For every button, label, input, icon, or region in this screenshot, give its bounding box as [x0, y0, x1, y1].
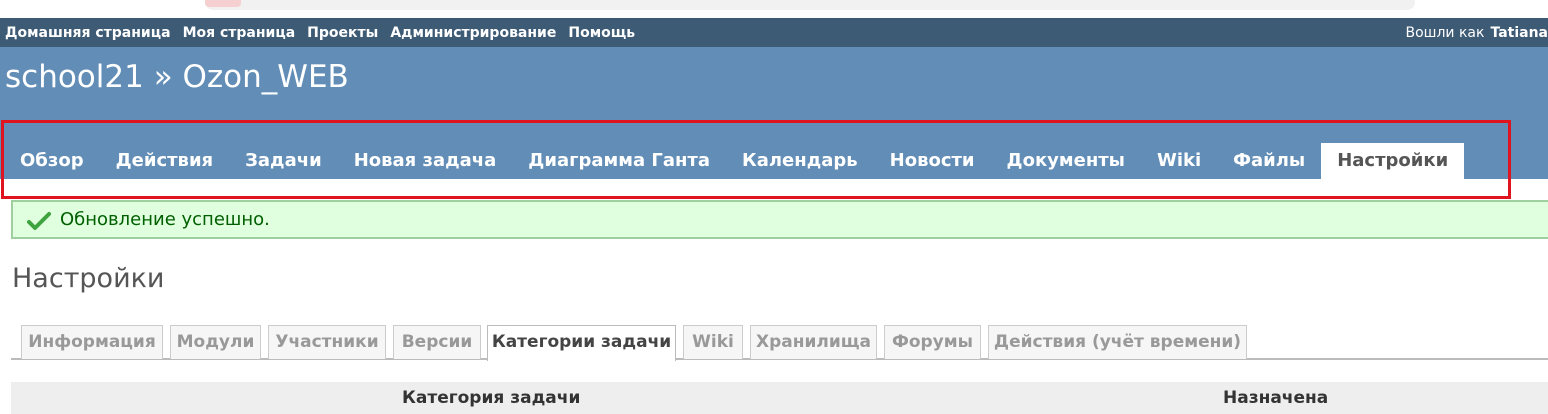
- top-menu-help[interactable]: Помощь: [568, 25, 635, 41]
- tab-forums[interactable]: Форумы: [884, 325, 981, 359]
- main-tab-overview[interactable]: Обзор: [4, 143, 100, 179]
- column-header-category: Категория задачи: [402, 388, 581, 408]
- top-menu-my-page[interactable]: Моя страница: [183, 25, 296, 41]
- main-menu: Обзор Действия Задачи Новая задача Диагр…: [4, 143, 1465, 179]
- column-header-assignee: Назначена: [1223, 388, 1329, 408]
- table-header: Категория задачи Назначена: [11, 382, 1548, 414]
- user-link[interactable]: Tatiana: [1490, 25, 1548, 41]
- main-tab-new-issue[interactable]: Новая задача: [338, 143, 513, 179]
- tab-activities-time-tracking[interactable]: Действия (учёт времени): [988, 325, 1247, 359]
- project-header: school21 » Ozon_WEB Обзор Действия Задач…: [0, 47, 1548, 179]
- project-title: school21 » Ozon_WEB: [5, 59, 349, 95]
- main-tab-documents[interactable]: Документы: [991, 143, 1141, 179]
- main-tab-activity[interactable]: Действия: [100, 143, 230, 179]
- top-menu: Домашняя страница Моя страница Проекты А…: [0, 18, 1548, 47]
- settings-tabs: Информация Модули Участники Версии Катег…: [0, 325, 1548, 361]
- tab-versions[interactable]: Версии: [393, 325, 481, 359]
- tab-members[interactable]: Участники: [268, 325, 386, 359]
- main-tab-calendar[interactable]: Календарь: [726, 143, 874, 179]
- top-menu-administration[interactable]: Администрирование: [390, 25, 556, 41]
- page-title: Настройки: [12, 263, 165, 294]
- address-bar[interactable]: [205, 0, 1415, 10]
- logged-as: Вошли как Tatiana: [1405, 18, 1548, 47]
- tab-modules[interactable]: Модули: [170, 325, 261, 359]
- browser-chrome-strip: [0, 0, 1548, 18]
- flash-message: Обновление успешно.: [60, 209, 270, 230]
- flash-notice: Обновление успешно.: [11, 200, 1548, 239]
- top-menu-projects[interactable]: Проекты: [307, 25, 378, 41]
- main-tab-files[interactable]: Файлы: [1217, 143, 1321, 179]
- main-tab-settings[interactable]: Настройки: [1321, 143, 1465, 179]
- top-menu-home[interactable]: Домашняя страница: [5, 25, 171, 41]
- tab-wiki[interactable]: Wiki: [683, 325, 743, 359]
- tab-issue-categories[interactable]: Категории задачи: [487, 325, 676, 361]
- main-tab-news[interactable]: Новости: [874, 143, 991, 179]
- tab-repositories[interactable]: Хранилища: [750, 325, 877, 359]
- check-icon: [27, 212, 51, 230]
- main-tab-wiki[interactable]: Wiki: [1141, 143, 1217, 179]
- main-tab-issues[interactable]: Задачи: [229, 143, 338, 179]
- logged-as-label: Вошли как: [1405, 24, 1485, 41]
- favicon: [205, 0, 241, 7]
- main-tab-gantt[interactable]: Диаграмма Ганта: [512, 143, 726, 179]
- tab-info[interactable]: Информация: [21, 325, 163, 359]
